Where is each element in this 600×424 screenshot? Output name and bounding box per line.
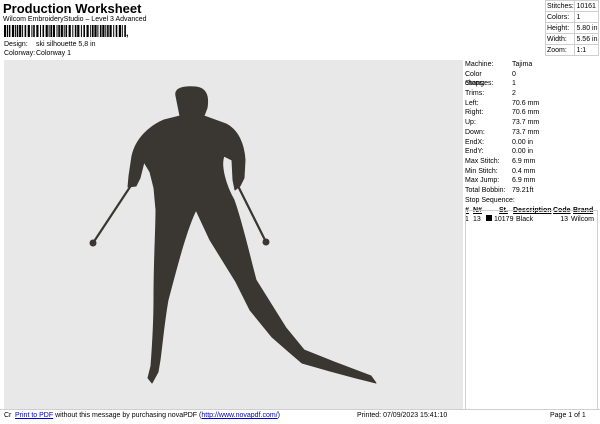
barcode-tail: , [126, 28, 129, 38]
info-label: EndX: [465, 138, 485, 146]
info-value: Tajima [512, 61, 533, 68]
info-label: Left: [465, 99, 479, 107]
novapdf-notice: Print to PDF without this message by pur… [15, 412, 280, 419]
footer-divider [0, 409, 600, 410]
info-label: Total Bobbin: [465, 186, 506, 194]
stat-value: 10161 [574, 0, 599, 12]
summary-stats-table: Stitches: 10161 Colors: 1 Height: 5.80 in W… [544, 0, 599, 56]
ski-silhouette-design [89, 86, 377, 384]
design-row: Design: ski silhouette 5,8 in [4, 41, 96, 48]
software-subtitle: Wilcom EmbroideryStudio – Level 3 Advanc… [3, 16, 147, 23]
info-value: 73.7 mm [512, 128, 540, 136]
stat-label: Height: [544, 22, 576, 34]
stat-label: Zoom: [544, 44, 576, 56]
stat-label: Colors: [544, 11, 576, 23]
info-label: Color changes: [465, 70, 494, 88]
info-label: Down: [465, 128, 485, 136]
left-pole [92, 183, 133, 244]
footer-prefix: Cr [4, 412, 12, 419]
info-label: EndY: [465, 148, 484, 156]
stat-value: 1:1 [574, 44, 599, 56]
info-row: Max Jump: 6.9 mm [465, 176, 598, 186]
info-value: 6.9 mm [512, 177, 536, 185]
page-number: Page 1 of 1 [550, 412, 586, 419]
info-row: Total Bobbin: 79.21ft [465, 186, 598, 196]
stat-label: Width: [544, 33, 576, 45]
info-label: Max Jump: [465, 177, 500, 185]
info-value: 0.00 in [512, 138, 534, 146]
stat-row: Colors: 1 [544, 11, 599, 23]
info-label: Trims: [465, 90, 485, 98]
info-value: 0 [512, 70, 516, 78]
stat-value: 5.56 in [574, 33, 599, 45]
printed-timestamp: Printed: 07/09/2023 15:41:10 [357, 412, 448, 419]
info-value: 70.6 mm [512, 99, 540, 107]
barcode [4, 25, 126, 37]
right-pole-basket [262, 238, 270, 246]
stat-row: Stitches: 10161 [544, 0, 599, 12]
colorway-row: Colorway: Colorway 1 [4, 50, 71, 57]
stop-sequence-label: Stop Sequence: [465, 196, 515, 204]
info-value: 0.00 in [512, 148, 534, 156]
print-to-pdf-link[interactable]: Print to PDF [15, 412, 53, 419]
machine-info-panel: Machine: Tajima Color changes: 0 Stops: 1 T… [465, 60, 598, 224]
page-title: Production Worksheet [3, 1, 142, 16]
info-row: Left: 70.6 mm [465, 99, 598, 109]
design-label: Design: [4, 41, 28, 48]
info-label: Stops: [465, 80, 485, 88]
info-value: 73.7 mm [512, 119, 540, 127]
info-row: Trims: 2 [465, 89, 598, 99]
info-row: Machine: Tajima [465, 60, 598, 70]
info-row: Right: 70.6 mm [465, 108, 598, 118]
info-label: Up: [465, 119, 476, 127]
stat-value: 5.80 in [574, 22, 599, 34]
design-preview-canvas [4, 60, 463, 409]
info-value: 79.21ft [512, 186, 534, 194]
stat-label: Stitches: [544, 0, 576, 12]
info-label: Max Stitch: [465, 157, 500, 165]
info-label: Min Stitch: [465, 167, 498, 175]
stat-value: 1 [574, 11, 599, 23]
info-row: Up: 73.7 mm [465, 118, 598, 128]
info-value: 70.6 mm [512, 109, 540, 117]
novapdf-url-link[interactable]: http://www.novapdf.com/ [201, 412, 277, 419]
info-row: Color changes: 0 [465, 70, 598, 88]
side-panel-blank [465, 210, 598, 410]
design-value: ski silhouette 5,8 in [36, 41, 96, 48]
stat-row: Zoom: 1:1 [544, 44, 599, 56]
info-value: 0.4 mm [512, 167, 536, 175]
stat-row: Width: 5.56 in [544, 33, 599, 45]
skier-body [127, 86, 377, 384]
info-label: Right: [465, 109, 484, 117]
novapdf-text: without this message by purchasing novaP… [53, 412, 202, 419]
colorway-label: Colorway: [4, 50, 36, 57]
novapdf-suffix: ) [277, 412, 280, 419]
info-row: Max Stitch: 6.9 mm [465, 157, 598, 167]
colorway-value: Colorway 1 [36, 50, 72, 57]
info-value: 6.9 mm [512, 157, 536, 165]
info-value: 2 [512, 90, 516, 98]
info-row: EndY: 0.00 in [465, 147, 598, 157]
info-row: EndX: 0.00 in [465, 138, 598, 148]
left-pole-basket [89, 239, 97, 247]
stat-row: Height: 5.80 in [544, 22, 599, 34]
info-row: Stops: 1 [465, 79, 598, 89]
info-label: Machine: [465, 61, 494, 68]
info-row: Down: 73.7 mm [465, 128, 598, 138]
info-row: Min Stitch: 0.4 mm [465, 167, 598, 177]
info-value: 1 [512, 80, 516, 88]
